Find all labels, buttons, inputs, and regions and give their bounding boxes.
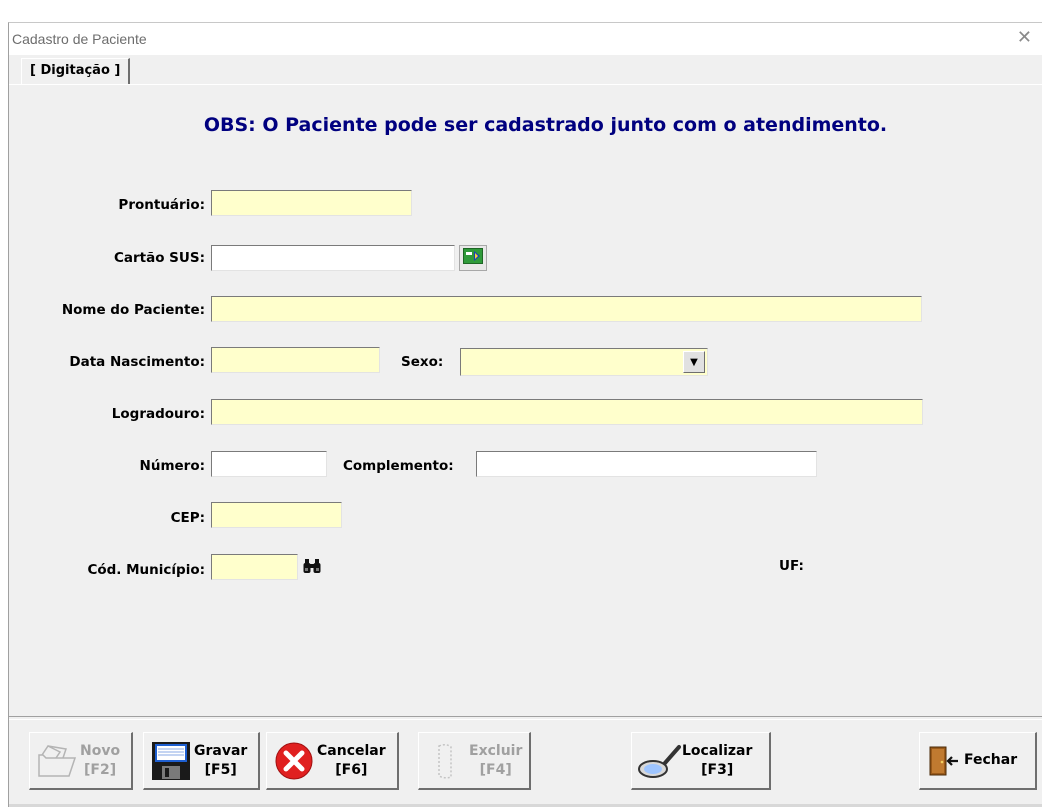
complemento-input[interactable] [476, 451, 817, 477]
cod-municipio-label: Cód. Município: [87, 562, 205, 578]
gravar-button[interactable]: Gravar [F5] [143, 732, 260, 790]
prontuario-label: Prontuário: [118, 197, 205, 213]
excluir-key: [F4] [479, 761, 512, 778]
excluir-button[interactable]: Excluir [F4] [418, 732, 531, 790]
novo-button[interactable]: Novo [F2] [29, 732, 133, 790]
cartao-sus-label: Cartão SUS: [113, 250, 205, 266]
novo-key: [F2] [83, 761, 117, 778]
sexo-label: Sexo: [401, 354, 444, 370]
logradouro-label: Logradouro: [111, 406, 205, 422]
prontuario-input[interactable] [211, 190, 412, 216]
nome-paciente-label: Nome do Paciente: [61, 302, 205, 318]
cep-label: CEP: [170, 510, 205, 526]
complemento-label: Complemento: [343, 458, 454, 474]
data-nascimento-label: Data Nascimento: [69, 354, 205, 370]
cartao-sus-input[interactable] [211, 245, 455, 271]
card-reader-button[interactable] [459, 245, 487, 271]
gravar-key: [F5] [204, 761, 237, 778]
data-nascimento-input[interactable] [211, 347, 380, 373]
localizar-button[interactable]: Localizar [F3] [631, 732, 771, 790]
magnifier-icon [636, 738, 682, 784]
floppy-disk-icon [148, 738, 194, 784]
delete-icon [423, 738, 469, 784]
logradouro-input[interactable] [211, 399, 923, 425]
card-reader-icon [463, 248, 483, 268]
close-icon[interactable]: ✕ [1017, 27, 1032, 48]
cod-municipio-input[interactable] [211, 554, 298, 580]
nome-paciente-input[interactable] [211, 296, 922, 322]
binoculars-icon[interactable] [303, 558, 323, 578]
gravar-label: Gravar [194, 742, 248, 759]
tab-digitacao[interactable]: [ Digitação ] [21, 58, 131, 84]
chevron-down-icon[interactable]: ▼ [683, 351, 705, 373]
patient-registration-window: Cadastro de Paciente ✕ [ Digitação ] OBS… [8, 22, 1042, 807]
cancelar-label: Cancelar [317, 742, 386, 759]
bottom-toolbar: Novo [F2] Gravar [F5] Cancelar [F6] Excl… [9, 716, 1042, 807]
excluir-label: Excluir [469, 742, 523, 759]
title-bar: Cadastro de Paciente ✕ [9, 23, 1042, 55]
cancelar-button[interactable]: Cancelar [F6] [266, 732, 399, 790]
sexo-select[interactable]: ▼ [460, 348, 708, 376]
exit-door-icon [924, 738, 964, 784]
folder-icon [34, 738, 80, 784]
novo-label: Novo [80, 742, 121, 759]
numero-input[interactable] [211, 451, 327, 477]
cep-input[interactable] [211, 502, 342, 528]
uf-label: UF: [779, 558, 804, 574]
tab-divider [9, 84, 1042, 85]
fechar-label: Fechar [964, 752, 1018, 768]
cancel-icon [271, 738, 317, 784]
numero-label: Número: [139, 458, 205, 474]
localizar-label: Localizar [682, 742, 753, 759]
fechar-button[interactable]: Fechar [919, 732, 1037, 790]
notice-text: OBS: O Paciente pode ser cadastrado junt… [203, 114, 888, 136]
cancelar-key: [F6] [335, 761, 368, 778]
window-title: Cadastro de Paciente [12, 31, 147, 47]
localizar-key: [F3] [701, 761, 734, 778]
